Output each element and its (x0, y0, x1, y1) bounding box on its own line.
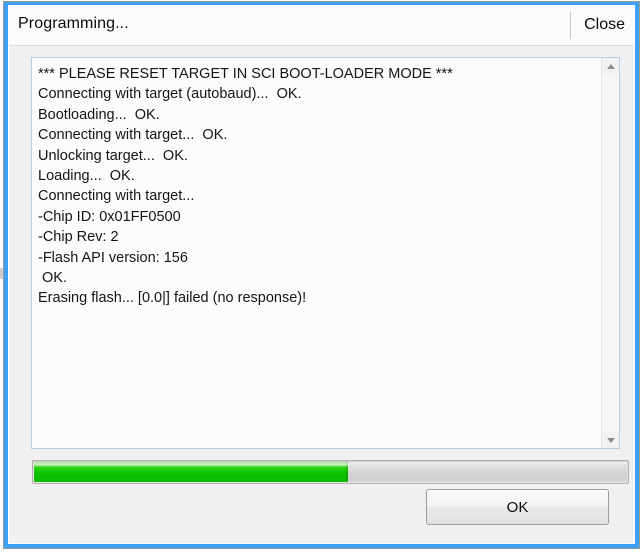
log-text-content: *** PLEASE RESET TARGET IN SCI BOOT-LOAD… (32, 58, 601, 448)
window-title: Programming... (18, 15, 129, 32)
log-vertical-scrollbar[interactable] (601, 58, 619, 448)
programming-dialog-window: Programming... Close *** PLEASE RESET TA… (4, 2, 639, 548)
scrollbar-track[interactable] (602, 75, 619, 431)
scroll-down-button[interactable] (602, 431, 619, 448)
ok-button[interactable]: OK (426, 489, 609, 525)
programming-log-textarea[interactable]: *** PLEASE RESET TARGET IN SCI BOOT-LOAD… (31, 57, 620, 449)
programming-progress-bar (32, 460, 629, 484)
title-bar: Programming... Close (9, 6, 634, 46)
log-line: Erasing flash... [0.0|] failed (no respo… (38, 290, 307, 307)
progress-track (34, 462, 627, 482)
log-line: OK. (38, 270, 68, 287)
log-line: Unlocking target... OK. (38, 147, 188, 164)
scroll-up-button[interactable] (602, 58, 619, 75)
log-line: -Flash API version: 156 (38, 249, 188, 266)
log-line: Connecting with target (autobaud)... OK. (38, 86, 302, 103)
log-line: Bootloading... OK. (38, 106, 160, 123)
log-line: Connecting with target... OK. (38, 127, 228, 144)
log-line: Loading... OK. (38, 168, 135, 185)
triangle-down-icon (606, 437, 615, 443)
triangle-up-icon (606, 63, 615, 69)
log-line: *** PLEASE RESET TARGET IN SCI BOOT-LOAD… (38, 66, 453, 82)
close-button[interactable]: Close (580, 14, 629, 36)
log-line: Connecting with target... (38, 188, 195, 205)
progress-fill (34, 462, 349, 482)
log-line: -Chip ID: 0x01FF0500 (38, 208, 181, 225)
window-client-area: Programming... Close *** PLEASE RESET TA… (8, 5, 635, 544)
left-edge-artifact (0, 268, 3, 279)
desktop-background: Programming... Close *** PLEASE RESET TA… (0, 0, 644, 554)
log-line: -Chip Rev: 2 (38, 229, 119, 246)
titlebar-separator (570, 12, 571, 39)
